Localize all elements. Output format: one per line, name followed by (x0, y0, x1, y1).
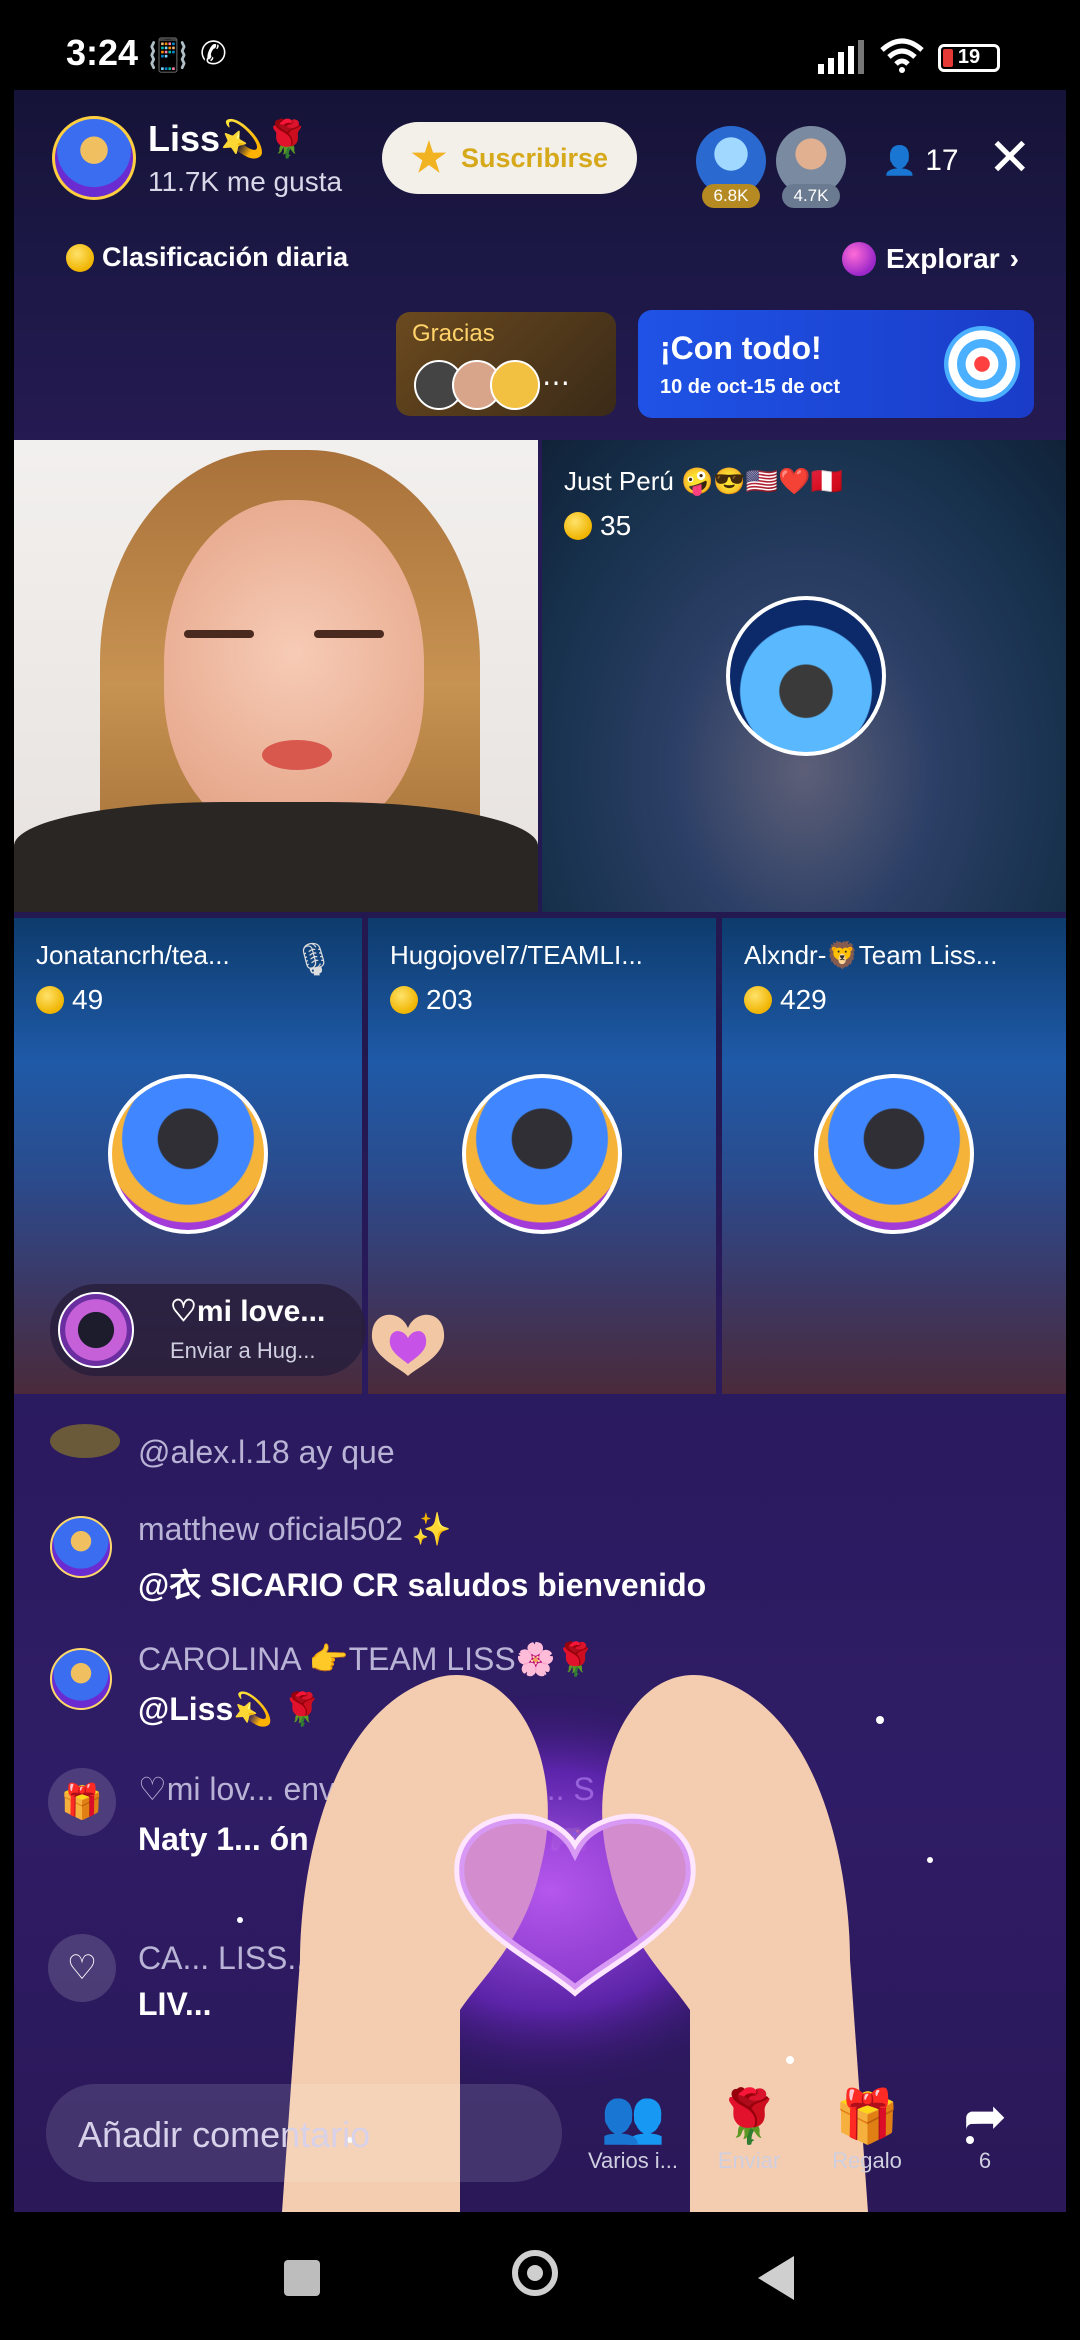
gift-button[interactable]: 🎁 Regalo (812, 2086, 922, 2174)
guest-coins: 203 (390, 984, 473, 1016)
wifi-icon (880, 38, 924, 73)
top-viewer-avatar[interactable]: 6.8K (696, 126, 766, 208)
host-name[interactable]: Liss💫🌹 (148, 118, 310, 160)
chevron-right-icon: › (1009, 243, 1019, 274)
guest-slot[interactable]: Just Perú 🤪😎🇺🇸❤️🇵🇪 35 (542, 440, 1066, 912)
comment-text: @衣 SICARIO CR saludos bienvenido (138, 1567, 707, 1603)
guest-name: Just Perú 🤪😎🇺🇸❤️🇵🇪 (564, 466, 843, 496)
guest-coins: 429 (744, 984, 827, 1016)
top-viewer-avatar[interactable]: 4.7K (776, 126, 846, 208)
share-icon: ➦ (963, 2088, 1007, 2146)
guest-slot[interactable]: Alxndr-🦁Team Liss... 429 (722, 918, 1066, 1394)
coin-icon (744, 986, 772, 1014)
heart-hands-icon (371, 1314, 445, 1376)
multi-guest-button[interactable]: 👥 Varios i... (578, 2086, 688, 2174)
star-icon: ★ (410, 136, 447, 180)
gift-notification[interactable]: ♡mi love... Enviar a Hug... (50, 1284, 366, 1376)
guest-avatar[interactable] (462, 1074, 622, 1234)
rose-icon: 🌹 (716, 2088, 782, 2146)
thanks-banner[interactable]: Gracias ⋯ (396, 312, 616, 416)
event-banner[interactable]: ¡Con todo! 10 de oct-15 de oct (638, 310, 1034, 418)
guest-avatar[interactable] (726, 596, 886, 756)
gift-box-icon: 🎁 (834, 2088, 900, 2146)
viewer-badge: 6.8K (702, 184, 760, 208)
guest-name: Hugojovel7/TEAMLI... (390, 940, 643, 970)
guest-avatar[interactable] (814, 1074, 974, 1234)
whatsapp-icon: ✆ (200, 35, 227, 71)
gifter-avatar (58, 1292, 134, 1368)
comment-text: @alex.l.18 ay que (138, 1434, 395, 1470)
coin-icon (66, 243, 94, 272)
send-rose-button[interactable]: 🌹 Enviar (694, 2086, 804, 2174)
coin-icon (390, 986, 418, 1014)
person-icon: 👤 (882, 145, 917, 176)
gifter-avatar (490, 360, 540, 410)
more-icon: ⋯ (542, 367, 570, 398)
coin-icon (36, 986, 64, 1014)
close-icon[interactable]: ✕ (988, 132, 1032, 184)
comment-avatar[interactable] (50, 1516, 112, 1578)
guest-name: Alxndr-🦁Team Liss... (744, 940, 998, 970)
daily-ranking[interactable]: Clasificación diaria (66, 242, 348, 273)
battery-icon: 19 (938, 44, 1000, 72)
vibrate-off-icon: 📳 (148, 37, 188, 73)
comment-avatar[interactable] (50, 1648, 112, 1710)
share-button[interactable]: ➦ 6 (930, 2086, 1040, 2174)
viewer-badge: 4.7K (782, 184, 840, 208)
comment-input[interactable]: Añadir comentario (46, 2084, 562, 2182)
comment-avatar[interactable] (50, 1424, 120, 1458)
heart-icon: ♡ (48, 1934, 116, 2002)
host-video[interactable] (14, 440, 538, 912)
home-button[interactable] (512, 2250, 558, 2296)
guest-name: Jonatancrh/tea... (36, 940, 230, 970)
viewer-count[interactable]: 👤 17 (882, 144, 959, 178)
multi-guest-icon: 👥 (600, 2088, 666, 2146)
explore-link[interactable]: Explorar › (842, 242, 1019, 276)
back-button[interactable] (758, 2256, 794, 2300)
gift-icon: 🎁 (48, 1768, 116, 1836)
signal-icon (818, 40, 864, 74)
comment-author[interactable]: matthew oficial502 ✨ (138, 1510, 452, 1548)
guest-coins: 35 (564, 510, 631, 542)
explore-ball-icon (842, 242, 876, 276)
status-time: 3:24 (66, 32, 139, 73)
subscribe-button[interactable]: ★ Suscribirse (382, 122, 637, 194)
recents-button[interactable] (284, 2260, 320, 2296)
guest-coins: 49 (36, 984, 103, 1016)
host-avatar[interactable] (52, 116, 136, 200)
coin-icon (564, 512, 592, 540)
target-icon (944, 326, 1020, 402)
mic-off-icon: 🎙 (293, 941, 334, 977)
host-likes: 11.7K me gusta (148, 166, 343, 197)
guest-avatar[interactable] (108, 1074, 268, 1234)
